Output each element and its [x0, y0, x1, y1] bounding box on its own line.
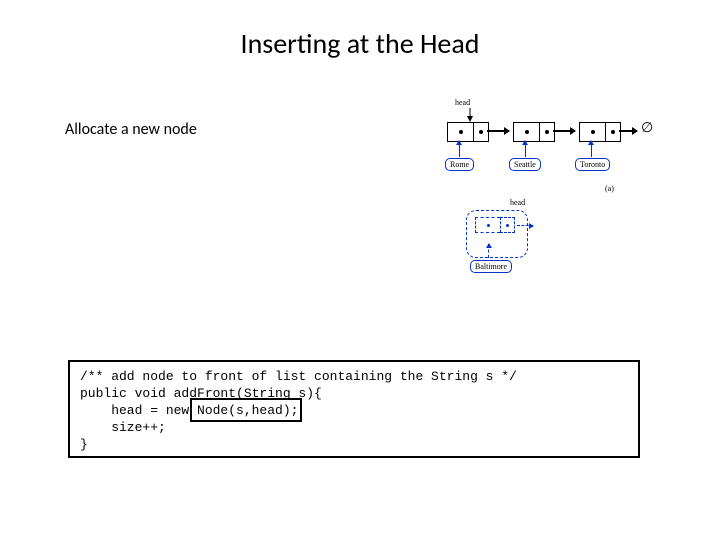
city-pointer-2 [525, 141, 526, 157]
diagram-b: head Baltimore [458, 198, 558, 288]
new-node [475, 217, 515, 233]
new-city-label: Baltimore [470, 260, 512, 273]
city-label-1: Rome [445, 158, 474, 171]
next-arrow-1 [487, 130, 509, 132]
next-dot-icon [545, 130, 549, 134]
node-3 [579, 122, 621, 142]
code-line-3: head = new Node(s,head); [80, 403, 298, 418]
next-dot-icon [611, 130, 615, 134]
elem-dot-icon [459, 130, 463, 134]
code-line-2: public void addFront(String s){ [80, 386, 322, 401]
slide-title: Inserting at the Head [0, 26, 720, 61]
elem-dot-icon [525, 130, 529, 134]
head-label: head [455, 98, 470, 107]
next-arrow-3 [619, 130, 637, 132]
node-2 [513, 122, 555, 142]
elem-dot-icon [487, 224, 490, 227]
next-dot-icon [479, 130, 483, 134]
node-1 [447, 122, 489, 142]
next-dot-icon [506, 224, 509, 227]
city-label-2: Seattle [509, 158, 541, 171]
code-box: /** add node to front of list containing… [68, 360, 640, 458]
diagram-a: head ∅ Rome Seattle Toronto (a) [435, 98, 690, 198]
head-pointer-arrow [465, 108, 475, 122]
head-label-b: head [510, 198, 525, 207]
step-text: Allocate a new node [65, 120, 197, 139]
null-symbol: ∅ [641, 120, 653, 137]
city-pointer-3 [591, 141, 592, 157]
new-node-group [466, 210, 528, 258]
new-next-arrow [517, 225, 533, 226]
new-city-pointer [488, 244, 490, 258]
elem-dot-icon [591, 130, 595, 134]
code-line-4: size++; [80, 420, 166, 435]
next-arrow-2 [553, 130, 575, 132]
city-label-3: Toronto [575, 158, 610, 171]
city-pointer-1 [459, 141, 460, 157]
code-line-1: /** add node to front of list containing… [80, 369, 517, 384]
code-line-5: } [80, 437, 88, 452]
diagram-a-caption: (a) [605, 184, 614, 193]
